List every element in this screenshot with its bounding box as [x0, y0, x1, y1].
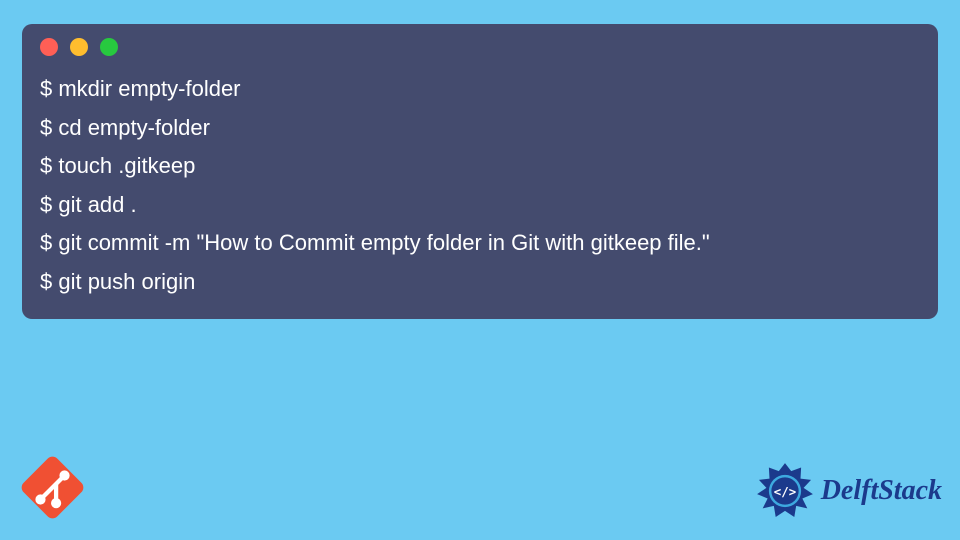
terminal-line: $ git add . — [40, 186, 920, 225]
delftstack-seal-icon: </> — [754, 460, 816, 522]
delftstack-text: DelftStack — [821, 475, 942, 507]
maximize-icon[interactable] — [100, 38, 118, 56]
delftstack-logo: </> DelftStack — [754, 460, 942, 522]
terminal-titlebar — [22, 24, 938, 66]
terminal-body: $ mkdir empty-folder $ cd empty-folder $… — [22, 66, 938, 301]
svg-text:</>: </> — [773, 484, 795, 499]
terminal-line: $ git commit -m "How to Commit empty fol… — [40, 224, 920, 263]
terminal-line: $ touch .gitkeep — [40, 147, 920, 186]
terminal-line: $ mkdir empty-folder — [40, 70, 920, 109]
terminal-line: $ cd empty-folder — [40, 109, 920, 148]
git-logo-icon — [10, 445, 95, 530]
terminal-window: $ mkdir empty-folder $ cd empty-folder $… — [22, 24, 938, 319]
terminal-line: $ git push origin — [40, 263, 920, 302]
close-icon[interactable] — [40, 38, 58, 56]
minimize-icon[interactable] — [70, 38, 88, 56]
